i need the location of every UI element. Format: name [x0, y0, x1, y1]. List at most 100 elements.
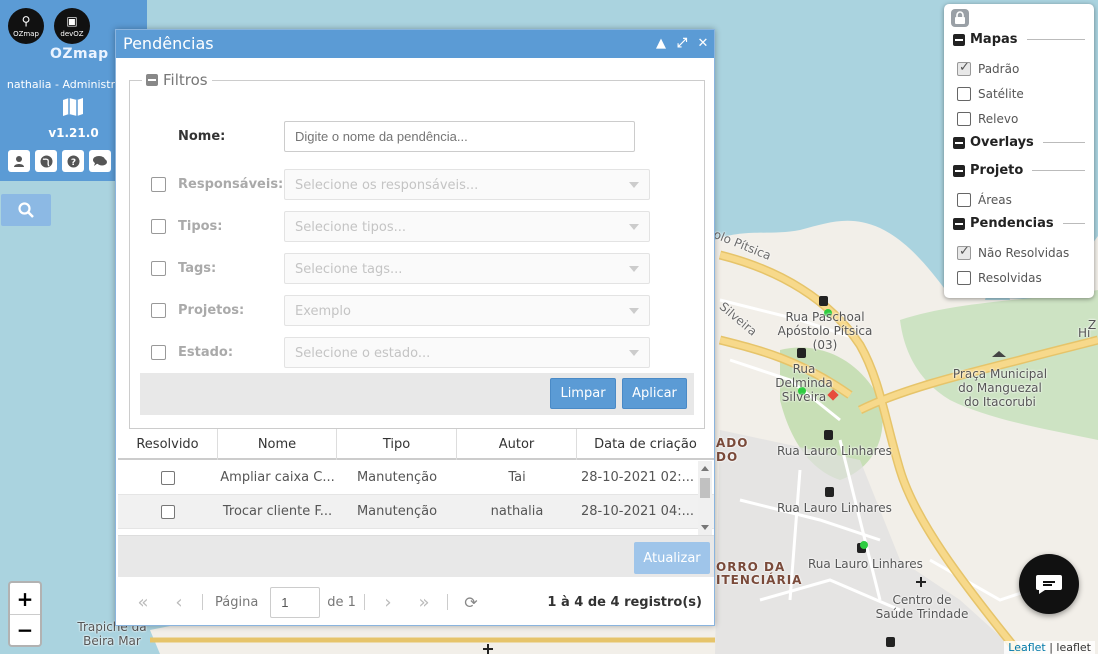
last-page-icon[interactable]: »: [413, 592, 435, 613]
layer-checkbox[interactable]: [957, 244, 971, 260]
column-header-resolvido[interactable]: Resolvido: [118, 429, 218, 460]
chat-bubble-icon: [1036, 575, 1062, 594]
tags-checkbox[interactable]: [151, 261, 166, 276]
layer-item-padrao[interactable]: Padrão: [957, 60, 1019, 76]
projetos-label: Projetos:: [178, 303, 245, 318]
layers-section-overlays[interactable]: Overlays: [953, 135, 1085, 150]
column-header-nome[interactable]: Nome: [218, 429, 337, 460]
help-icon[interactable]: ?: [62, 150, 84, 172]
layers-section-projeto[interactable]: Projeto: [953, 163, 1085, 178]
scroll-thumb[interactable]: [700, 478, 710, 498]
refresh-button[interactable]: Atualizar: [634, 542, 710, 574]
zoom-out-button[interactable]: −: [10, 614, 40, 645]
grid-header: Resolvido Nome Tipo Autor Data de criaçã…: [118, 429, 714, 460]
page-total: de 1: [327, 594, 356, 610]
chevron-down-icon: [629, 266, 639, 272]
column-header-autor[interactable]: Autor: [457, 429, 577, 460]
chevron-down-icon: [629, 308, 639, 314]
filter-actions: Limpar Aplicar: [140, 373, 694, 415]
estado-select[interactable]: Selecione o estado...: [284, 337, 650, 368]
scroll-up-icon[interactable]: [701, 466, 709, 471]
collapse-icon: [146, 74, 158, 86]
grid-scrollbar[interactable]: [698, 461, 712, 535]
cell-data: 28-10-2021 04:...: [580, 504, 694, 519]
cell-tipo: Manutenção: [356, 470, 438, 485]
collapse-icon: [953, 217, 965, 230]
tipos-checkbox[interactable]: [151, 219, 166, 234]
maximize-icon[interactable]: ⤢: [675, 37, 689, 51]
filters-legend[interactable]: Filtros: [142, 71, 212, 89]
layers-section-mapas[interactable]: Mapas: [953, 32, 1085, 47]
collapse-icon: [953, 136, 965, 149]
globe-icon[interactable]: [35, 150, 57, 172]
layer-item-nao-resolvidas[interactable]: Não Resolvidas: [957, 244, 1069, 260]
tags-select[interactable]: Selecione tags...: [284, 253, 650, 284]
responsaveis-select[interactable]: Selecione os responsáveis...: [284, 169, 650, 200]
resolvido-checkbox[interactable]: [161, 504, 175, 519]
close-icon[interactable]: ✕: [696, 37, 710, 51]
layer-checkbox[interactable]: [957, 60, 971, 76]
next-page-icon[interactable]: ›: [377, 592, 399, 613]
layer-checkbox[interactable]: [957, 271, 971, 285]
layer-checkbox[interactable]: [957, 87, 971, 101]
layer-item-relevo[interactable]: Relevo: [957, 112, 1018, 126]
cell-data: 28-10-2021 02:...: [580, 470, 694, 485]
dialog-title: Pendências: [123, 34, 214, 53]
projetos-checkbox[interactable]: [151, 303, 166, 318]
map-label: ADO: [716, 436, 749, 450]
map-label: Rua Paschoal Apóstolo Pítsica (03): [777, 310, 873, 352]
nome-input[interactable]: [284, 121, 635, 152]
layers-section-pendencias[interactable]: Pendencias: [953, 216, 1085, 231]
chat-icon[interactable]: [89, 150, 111, 172]
devoz-logo[interactable]: ▣ devOZ: [54, 8, 90, 44]
first-page-icon[interactable]: «: [132, 592, 154, 613]
column-header-tipo[interactable]: Tipo: [337, 429, 457, 460]
map-label: Centro de Saúde Trindade: [875, 593, 969, 621]
tags-label: Tags:: [178, 261, 217, 276]
map-label: Z: [1088, 318, 1097, 332]
brand-name: OZmap: [50, 46, 109, 62]
dialog-header[interactable]: Pendências ▲ ⤢ ✕: [116, 30, 714, 58]
projetos-select[interactable]: Exemplo: [284, 295, 650, 326]
map-label: Praça Municipal do Manguezal do Itacorub…: [952, 367, 1048, 409]
chat-widget-button[interactable]: [1019, 554, 1079, 614]
prev-page-icon[interactable]: ‹: [168, 592, 190, 613]
layer-checkbox[interactable]: [957, 193, 971, 207]
layer-item-resolvidas[interactable]: Resolvidas: [957, 271, 1042, 285]
refresh-icon[interactable]: ⟳: [460, 593, 482, 612]
zoom-in-button[interactable]: +: [10, 583, 40, 614]
cell-tipo: Manutenção: [356, 504, 438, 519]
estado-label: Estado:: [178, 345, 234, 360]
layers-panel: Mapas Padrão Satélite Relevo Overlays Pr…: [944, 4, 1094, 298]
chevron-down-icon: [629, 182, 639, 188]
clear-filters-button[interactable]: Limpar: [550, 378, 616, 409]
cell-autor: Tai: [508, 470, 526, 485]
ozmap-logo[interactable]: ⚲ OZmap: [8, 8, 44, 44]
resolvido-checkbox[interactable]: [161, 470, 175, 485]
table-row[interactable]: Ampliar caixa C... Manutenção Tai 28-10-…: [118, 461, 714, 495]
map-label: ORRO DA: [716, 560, 786, 574]
table-row[interactable]: Trocar cliente F... Manutenção nathalia …: [118, 495, 714, 529]
tipos-select[interactable]: Selecione tipos...: [284, 211, 650, 242]
leaflet-link[interactable]: Leaflet: [1008, 641, 1045, 654]
lock-icon[interactable]: [951, 9, 969, 27]
user-icon[interactable]: [8, 150, 30, 172]
map-label: DO: [716, 450, 739, 464]
apply-filters-button[interactable]: Aplicar: [622, 378, 687, 409]
map-icon[interactable]: [62, 97, 84, 117]
page-input[interactable]: [270, 586, 321, 618]
pendencias-dialog: Pendências ▲ ⤢ ✕ Filtros Nome: Responsáv…: [115, 29, 715, 626]
cell-autor: nathalia: [490, 504, 544, 519]
tipos-label: Tipos:: [178, 219, 223, 234]
estado-checkbox[interactable]: [151, 345, 166, 360]
search-button[interactable]: [1, 194, 51, 226]
chevron-down-icon: [629, 224, 639, 230]
collapse-icon[interactable]: ▲: [654, 37, 668, 51]
responsaveis-checkbox[interactable]: [151, 177, 166, 192]
scroll-down-icon[interactable]: [701, 525, 709, 530]
layer-item-areas[interactable]: Áreas: [957, 193, 1012, 207]
column-header-data[interactable]: Data de criação: [577, 429, 714, 460]
layer-checkbox[interactable]: [957, 112, 971, 126]
page-label: Página: [215, 594, 259, 610]
layer-item-satelite[interactable]: Satélite: [957, 87, 1024, 101]
